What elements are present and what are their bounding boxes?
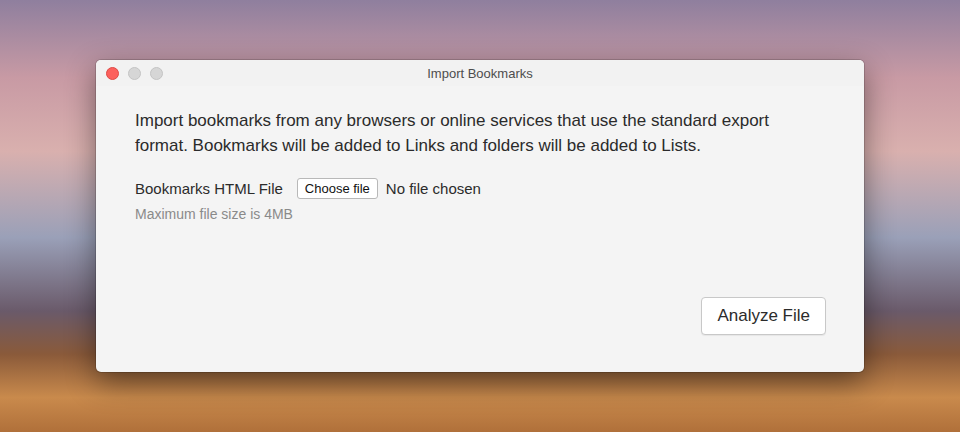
zoom-button-icon[interactable] — [150, 67, 163, 80]
analyze-file-button[interactable]: Analyze File — [701, 297, 826, 335]
window-controls — [106, 67, 163, 80]
desktop: Import Bookmarks Import bookmarks from a… — [0, 0, 960, 432]
file-field: Bookmarks HTML File Choose file No file … — [135, 177, 826, 199]
file-label: Bookmarks HTML File — [135, 180, 283, 197]
button-row: Analyze File — [135, 297, 826, 335]
dialog-content: Import bookmarks from any browsers or on… — [96, 86, 864, 372]
title-bar[interactable]: Import Bookmarks — [96, 60, 864, 86]
choose-file-button[interactable]: Choose file — [297, 178, 378, 199]
import-bookmarks-window: Import Bookmarks Import bookmarks from a… — [96, 60, 864, 372]
minimize-button-icon[interactable] — [128, 67, 141, 80]
file-size-hint: Maximum file size is 4MB — [135, 205, 826, 223]
close-button-icon[interactable] — [106, 67, 119, 80]
window-title: Import Bookmarks — [427, 66, 532, 81]
file-status: No file chosen — [386, 180, 481, 197]
description: Import bookmarks from any browsers or on… — [135, 108, 825, 158]
